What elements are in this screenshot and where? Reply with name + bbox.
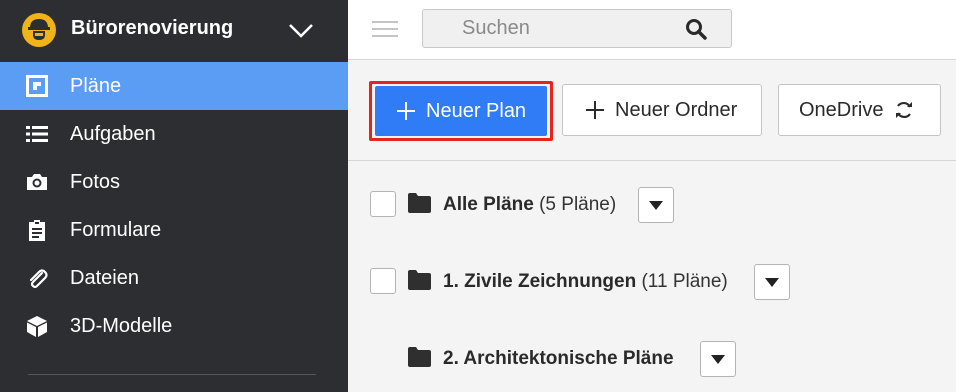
folder-title: 1. Zivile Zeichnungen (11 Pläne) — [443, 271, 728, 293]
sidebar-item-plans[interactable]: Pläne — [0, 62, 348, 110]
sidebar: Bürorenovierung Pläne Aufgaben Fotos For… — [0, 0, 348, 392]
sidebar-item-label: Fotos — [70, 171, 121, 193]
folder-icon — [408, 193, 431, 213]
folder-name: Alle Pläne — [443, 194, 534, 215]
folder-icon — [408, 347, 431, 367]
construction-worker-logo-icon — [22, 13, 56, 47]
sidebar-item-label: Formulare — [70, 219, 162, 241]
search-box — [422, 9, 732, 48]
folder-name: 1. Zivile Zeichnungen — [443, 271, 637, 292]
new-folder-button[interactable]: Neuer Ordner — [562, 84, 762, 136]
folder-title: Alle Pläne (5 Pläne) — [443, 194, 616, 216]
top-bar — [348, 0, 956, 60]
sidebar-item-tasks[interactable]: Aufgaben — [0, 110, 348, 158]
paperclip-icon — [29, 269, 48, 289]
project-switcher[interactable]: Bürorenovierung — [0, 0, 348, 60]
sidebar-item-files[interactable]: Dateien — [0, 254, 348, 302]
clipboard-icon — [29, 220, 45, 241]
list-item[interactable]: Alle Pläne (5 Pläne) — [348, 184, 956, 224]
folder-checkbox[interactable] — [370, 191, 396, 217]
sidebar-item-photos[interactable]: Fotos — [0, 158, 348, 206]
folder-menu-button[interactable] — [638, 187, 674, 223]
highlight-frame: Neuer Plan — [369, 81, 553, 141]
new-folder-label: Neuer Ordner — [615, 98, 738, 121]
caret-down-icon — [765, 278, 779, 287]
sidebar-divider — [28, 374, 316, 375]
search-input[interactable] — [424, 11, 674, 46]
folder-name: 2. Architektonische Pläne — [443, 348, 674, 369]
folder-menu-button[interactable] — [700, 341, 736, 377]
folder-title: 2. Architektonische Pläne — [443, 348, 674, 370]
plus-icon — [397, 102, 415, 120]
new-plan-label: Neuer Plan — [426, 99, 527, 122]
sync-icon — [896, 101, 913, 119]
sidebar-item-label: 3D-Modelle — [70, 315, 173, 337]
sidebar-item-forms[interactable]: Formulare — [0, 206, 348, 254]
folder-count: (5 Pläne) — [539, 194, 617, 215]
folder-checkbox[interactable] — [370, 268, 396, 294]
folder-icon — [408, 270, 431, 290]
caret-down-icon — [649, 201, 663, 210]
hamburger-menu-icon[interactable] — [372, 18, 400, 40]
sidebar-item-label: Pläne — [70, 75, 122, 97]
new-plan-button[interactable]: Neuer Plan — [375, 86, 547, 136]
sidebar-item-label: Aufgaben — [70, 123, 156, 145]
list-item[interactable]: 2. Architektonische Pläne — [348, 338, 956, 378]
folder-menu-button[interactable] — [754, 264, 790, 300]
plans-toolbar: Neuer Plan Neuer Ordner OneDrive — [348, 61, 956, 161]
chevron-down-icon[interactable] — [288, 20, 314, 40]
sidebar-item-3d-models[interactable]: 3D-Modelle — [0, 302, 348, 350]
sidebar-nav: Pläne Aufgaben Fotos Formulare Dateien 3… — [0, 62, 348, 350]
project-name: Bürorenovierung — [71, 17, 234, 39]
plus-icon — [586, 101, 604, 119]
list-item[interactable]: 1. Zivile Zeichnungen (11 Pläne) — [348, 261, 956, 301]
onedrive-label: OneDrive — [799, 98, 884, 121]
search-icon[interactable] — [685, 18, 707, 40]
list-icon — [26, 126, 48, 142]
onedrive-sync-button[interactable]: OneDrive — [778, 84, 941, 136]
sidebar-item-label: Dateien — [70, 267, 139, 289]
caret-down-icon — [711, 355, 725, 364]
folder-count: (11 Pläne) — [641, 271, 728, 292]
cube-icon — [27, 316, 47, 337]
camera-icon — [27, 174, 47, 190]
plans-icon — [26, 75, 48, 97]
